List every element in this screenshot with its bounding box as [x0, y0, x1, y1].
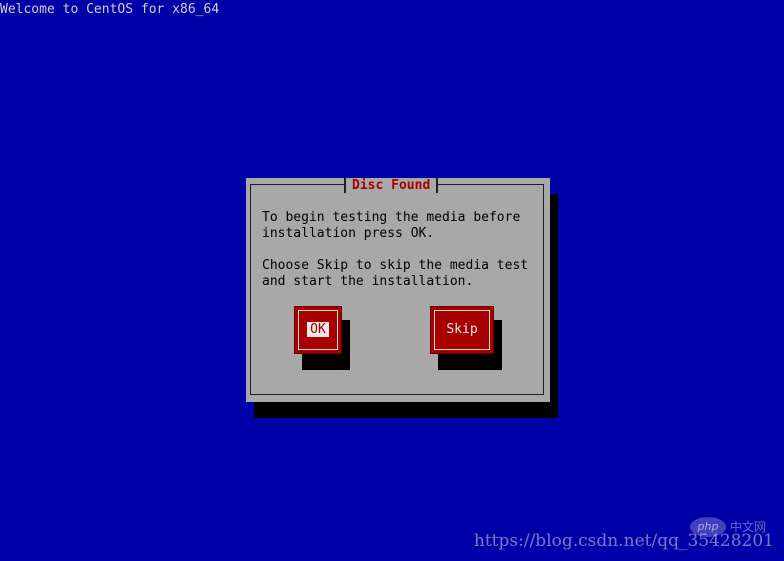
- installer-header: Welcome to CentOS for x86_64: [0, 2, 220, 17]
- dialog-message-skip: Choose Skip to skip the media test and s…: [262, 258, 529, 289]
- skip-button[interactable]: Skip: [430, 306, 494, 354]
- ok-button[interactable]: OK: [294, 306, 342, 354]
- ok-button-label: OK: [295, 322, 341, 338]
- dialog-title: Disc Found: [344, 178, 439, 193]
- dialog-message-begin: To begin testing the media before instal…: [262, 210, 521, 241]
- skip-button-label: Skip: [446, 322, 478, 337]
- disc-found-dialog: Disc Found To begin testing the media be…: [246, 178, 550, 402]
- watermark-url: https://blog.csdn.net/qq_35428201: [473, 531, 774, 551]
